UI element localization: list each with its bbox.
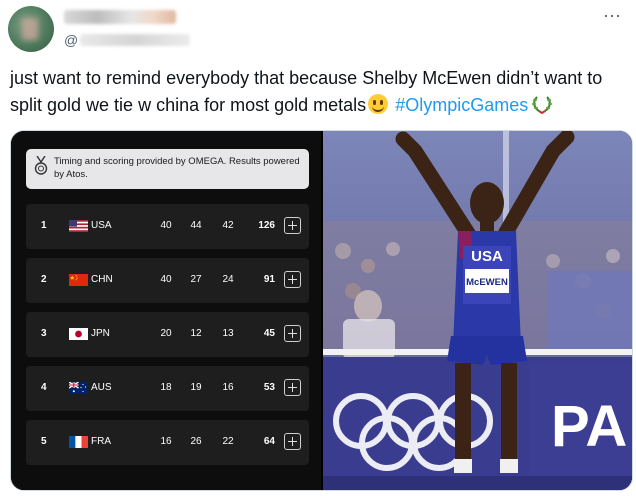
silver-count: 19 xyxy=(190,382,202,393)
timing-notice: Timing and scoring provided by OMEGA. Re… xyxy=(26,149,309,189)
bib-country: USA xyxy=(471,248,503,265)
gold-count: 20 xyxy=(160,328,172,339)
total-count: 91 xyxy=(263,274,275,285)
silver-count: 27 xyxy=(190,274,202,285)
total-count: 126 xyxy=(258,220,275,231)
bronze-count: 24 xyxy=(222,274,234,285)
bronze-count: 13 xyxy=(222,328,234,339)
notice-text: Timing and scoring provided by OMEGA. Re… xyxy=(54,156,300,180)
user-handle[interactable]: @ xyxy=(64,32,78,48)
gold-count: 40 xyxy=(160,274,172,285)
athlete-photo[interactable]: PA USA McEWEN xyxy=(323,131,632,490)
country-code: USA xyxy=(91,220,112,231)
bib-name: McEWEN xyxy=(466,277,508,288)
total-count: 53 xyxy=(263,382,275,393)
total-count: 45 xyxy=(263,328,275,339)
silver-count: 12 xyxy=(190,328,202,339)
expand-plus-icon[interactable] xyxy=(284,325,301,342)
handle-redacted xyxy=(80,34,190,46)
country-code: JPN xyxy=(91,328,110,339)
more-options-icon[interactable]: ⋯ xyxy=(603,6,622,27)
expand-plus-icon[interactable] xyxy=(284,379,301,396)
expand-plus-icon[interactable] xyxy=(284,433,301,450)
tweet-text: just want to remind everybody that becau… xyxy=(10,65,626,119)
medal-row-fra[interactable]: 5 FRA 16 26 22 64 xyxy=(26,420,309,465)
rank: 3 xyxy=(41,328,47,339)
gold-count: 40 xyxy=(160,220,172,231)
rank: 5 xyxy=(41,436,47,447)
gold-count: 16 xyxy=(160,436,172,447)
medal-row-chn[interactable]: 2 CHN 40 27 24 91 xyxy=(26,258,309,303)
japan-flag-icon xyxy=(69,328,88,340)
hashtag-link[interactable]: #OlympicGames xyxy=(395,95,528,115)
expand-plus-icon[interactable] xyxy=(284,271,301,288)
silver-count: 26 xyxy=(190,436,202,447)
tweet-media[interactable]: Timing and scoring provided by OMEGA. Re… xyxy=(10,130,633,491)
france-flag-icon xyxy=(69,436,88,448)
medal-icon xyxy=(34,156,48,175)
grinning-face-icon xyxy=(368,94,389,114)
usa-flag-icon xyxy=(69,220,88,232)
bronze-count: 16 xyxy=(222,382,234,393)
display-name-redacted[interactable] xyxy=(64,10,176,24)
total-count: 64 xyxy=(263,436,275,447)
medal-row-jpn[interactable]: 3 JPN 20 12 13 45 xyxy=(26,312,309,357)
rank: 4 xyxy=(41,382,47,393)
expand-plus-icon[interactable] xyxy=(284,217,301,234)
medal-row-aus[interactable]: 4 AUS 18 19 16 53 xyxy=(26,366,309,411)
medal-table-image[interactable]: Timing and scoring provided by OMEGA. Re… xyxy=(11,131,321,490)
board-letters: PA xyxy=(551,394,627,459)
rank: 2 xyxy=(41,274,47,285)
bronze-count: 42 xyxy=(222,220,234,231)
china-flag-icon xyxy=(69,274,88,286)
athlete-photo-illustration: PA USA McEWEN xyxy=(323,131,632,490)
country-code: FRA xyxy=(91,436,111,447)
bronze-count: 22 xyxy=(222,436,234,447)
laurel-wreath-icon xyxy=(532,96,553,114)
country-code: AUS xyxy=(91,382,112,393)
medal-row-usa[interactable]: 1 USA 40 44 42 126 xyxy=(26,204,309,249)
australia-flag-icon xyxy=(69,382,88,394)
country-code: CHN xyxy=(91,274,113,285)
user-avatar[interactable] xyxy=(8,6,54,52)
silver-count: 44 xyxy=(190,220,202,231)
rank: 1 xyxy=(41,220,47,231)
gold-count: 18 xyxy=(160,382,172,393)
